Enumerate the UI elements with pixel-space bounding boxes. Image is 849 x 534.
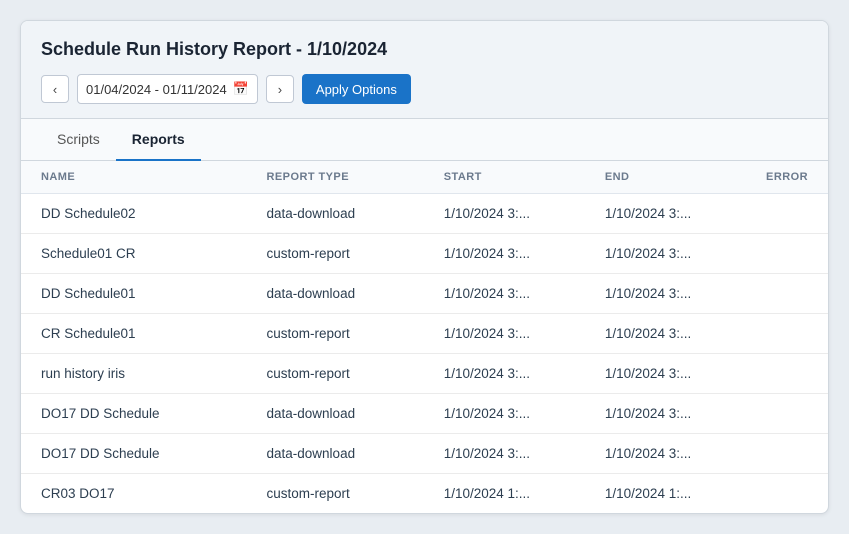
cell-name: run history iris: [21, 354, 247, 394]
cell-start: 1/10/2024 1:...: [424, 474, 585, 514]
card-header: Schedule Run History Report - 1/10/2024 …: [21, 21, 828, 119]
cell-start: 1/10/2024 3:...: [424, 234, 585, 274]
cell-error: [746, 314, 828, 354]
cell-end: 1/10/2024 3:...: [585, 434, 746, 474]
table-row[interactable]: DO17 DD Scheduledata-download1/10/2024 3…: [21, 434, 828, 474]
toolbar: ‹ 01/04/2024 - 01/11/2024 📅 › Apply Opti…: [41, 74, 808, 104]
cell-name: DO17 DD Schedule: [21, 394, 247, 434]
col-header-name: NAME: [21, 161, 247, 194]
table-row[interactable]: Schedule01 CRcustom-report1/10/2024 3:..…: [21, 234, 828, 274]
prev-button[interactable]: ‹: [41, 75, 69, 103]
cell-name: DO17 DD Schedule: [21, 434, 247, 474]
cell-name: DD Schedule02: [21, 194, 247, 234]
cell-name: CR Schedule01: [21, 314, 247, 354]
cell-name: DD Schedule01: [21, 274, 247, 314]
date-range-display: 01/04/2024 - 01/11/2024 📅: [77, 74, 258, 104]
table-row[interactable]: CR03 DO17custom-report1/10/2024 1:...1/1…: [21, 474, 828, 514]
cell-report_type: custom-report: [247, 234, 424, 274]
page-title: Schedule Run History Report - 1/10/2024: [41, 39, 808, 60]
table-row[interactable]: run history iriscustom-report1/10/2024 3…: [21, 354, 828, 394]
cell-error: [746, 234, 828, 274]
cell-start: 1/10/2024 3:...: [424, 274, 585, 314]
main-card: Schedule Run History Report - 1/10/2024 …: [20, 20, 829, 514]
calendar-icon: 📅: [233, 81, 249, 97]
cell-error: [746, 394, 828, 434]
cell-report_type: custom-report: [247, 314, 424, 354]
cell-report_type: data-download: [247, 274, 424, 314]
tabs-bar: Scripts Reports: [21, 119, 828, 161]
cell-report_type: data-download: [247, 194, 424, 234]
table-header-row: NAME REPORT TYPE START END ERROR: [21, 161, 828, 194]
cell-name: Schedule01 CR: [21, 234, 247, 274]
cell-error: [746, 434, 828, 474]
cell-error: [746, 274, 828, 314]
cell-start: 1/10/2024 3:...: [424, 314, 585, 354]
cell-end: 1/10/2024 3:...: [585, 394, 746, 434]
cell-start: 1/10/2024 3:...: [424, 354, 585, 394]
cell-error: [746, 194, 828, 234]
cell-name: CR03 DO17: [21, 474, 247, 514]
cell-end: 1/10/2024 3:...: [585, 274, 746, 314]
cell-start: 1/10/2024 3:...: [424, 434, 585, 474]
cell-report_type: data-download: [247, 434, 424, 474]
next-button[interactable]: ›: [266, 75, 294, 103]
apply-options-button[interactable]: Apply Options: [302, 74, 411, 104]
cell-start: 1/10/2024 3:...: [424, 194, 585, 234]
cell-report_type: data-download: [247, 394, 424, 434]
tab-scripts[interactable]: Scripts: [41, 119, 116, 161]
cell-end: 1/10/2024 3:...: [585, 314, 746, 354]
cell-end: 1/10/2024 3:...: [585, 194, 746, 234]
cell-report_type: custom-report: [247, 474, 424, 514]
col-header-error: ERROR: [746, 161, 828, 194]
table-row[interactable]: CR Schedule01custom-report1/10/2024 3:..…: [21, 314, 828, 354]
table-row[interactable]: DD Schedule02data-download1/10/2024 3:..…: [21, 194, 828, 234]
cell-report_type: custom-report: [247, 354, 424, 394]
table-row[interactable]: DO17 DD Scheduledata-download1/10/2024 3…: [21, 394, 828, 434]
table-row[interactable]: DD Schedule01data-download1/10/2024 3:..…: [21, 274, 828, 314]
cell-end: 1/10/2024 3:...: [585, 234, 746, 274]
cell-error: [746, 474, 828, 514]
tab-reports[interactable]: Reports: [116, 119, 201, 161]
cell-end: 1/10/2024 1:...: [585, 474, 746, 514]
col-header-end: END: [585, 161, 746, 194]
cell-error: [746, 354, 828, 394]
cell-end: 1/10/2024 3:...: [585, 354, 746, 394]
table-container: NAME REPORT TYPE START END ERROR DD Sche…: [21, 161, 828, 513]
date-range-text: 01/04/2024 - 01/11/2024: [86, 82, 227, 97]
cell-start: 1/10/2024 3:...: [424, 394, 585, 434]
reports-table: NAME REPORT TYPE START END ERROR DD Sche…: [21, 161, 828, 513]
col-header-start: START: [424, 161, 585, 194]
col-header-report-type: REPORT TYPE: [247, 161, 424, 194]
